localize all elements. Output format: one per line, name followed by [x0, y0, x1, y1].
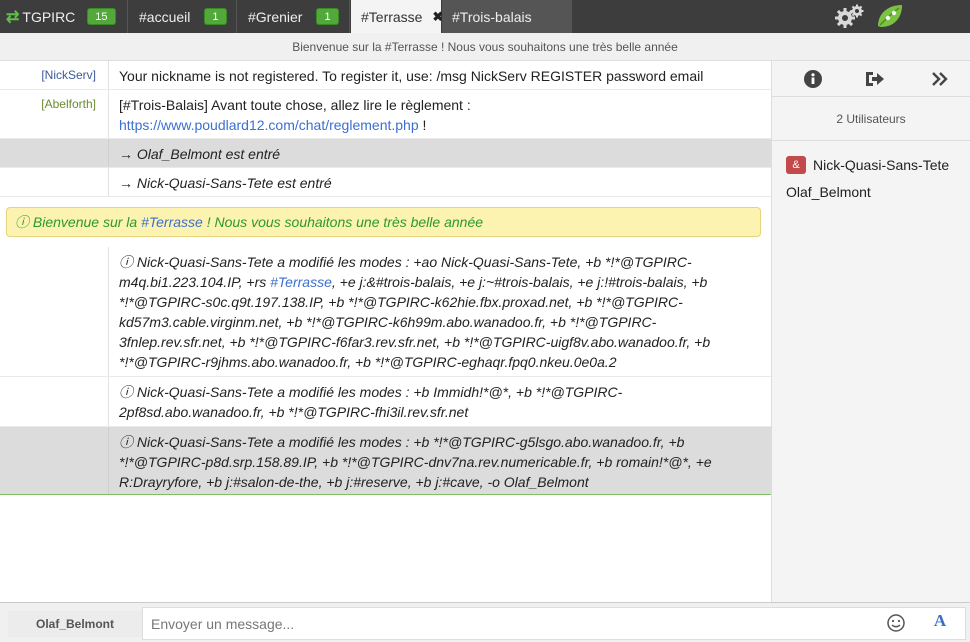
tab-grenier-badge: 1 — [316, 8, 339, 25]
join-notice: → Olaf_Belmont est entré — [119, 146, 281, 162]
sidebar-toolbar — [772, 61, 970, 97]
message-row: ⓘ Nick-Quasi-Sans-Tete a modifié les mod… — [0, 427, 771, 495]
tab-accueil[interactable]: #accueil 1 — [129, 0, 237, 33]
tab-grenier[interactable]: #Grenier 1 — [238, 0, 350, 33]
user-name: Nick-Quasi-Sans-Tete — [813, 156, 950, 173]
tab-trois-balais-label: #Trois-balais — [452, 8, 532, 25]
info-icon[interactable] — [802, 69, 824, 89]
user-name: Olaf_Belmont — [786, 183, 871, 200]
tab-server[interactable]: ⇄ TGPIRC 15 — [0, 0, 128, 33]
message-row: [Abelforth] [#Trois-Balais] Avant toute … — [0, 90, 771, 139]
input-bar: Olaf_Belmont A — [0, 602, 970, 642]
mode-notice: ⓘ Nick-Quasi-Sans-Tete a modifié les mod… — [119, 384, 623, 420]
message-list: [NickServ] Your nickname is not register… — [0, 61, 771, 602]
user-sidebar: 2 Utilisateurs & Nick-Quasi-Sans-Tete Ol… — [771, 61, 970, 602]
tab-grenier-label: #Grenier — [248, 8, 303, 25]
message-nick[interactable]: [Abelforth] — [0, 90, 109, 138]
user-list: & Nick-Quasi-Sans-Tete Olaf_Belmont — [772, 141, 970, 205]
tab-server-label: TGPIRC — [22, 8, 76, 25]
tab-bar: ⇄ TGPIRC 15 #accueil 1 #Grenier 1 #Terra… — [0, 0, 970, 33]
mode-notice: ⓘ Nick-Quasi-Sans-Tete a modifié les mod… — [119, 434, 712, 490]
message-text-tail: ! — [418, 117, 427, 133]
message-row: → Olaf_Belmont est entré — [0, 139, 771, 168]
message-text: [#Trois-Balais] Avant toute chose, allez… — [119, 97, 471, 113]
user-count: 2 Utilisateurs — [772, 97, 970, 141]
channel-link[interactable]: #Terrasse — [270, 274, 332, 290]
font-format-icon[interactable]: A — [930, 611, 950, 635]
op-badge: & — [786, 155, 806, 174]
swap-arrows-icon: ⇄ — [6, 8, 20, 26]
tab-terrasse-label: #Terrasse — [361, 8, 423, 25]
smiley-icon[interactable] — [886, 613, 906, 633]
message-row: → Nick-Quasi-Sans-Tete est entré — [0, 168, 771, 197]
message-row: ⓘ Nick-Quasi-Sans-Tete a modifié les mod… — [0, 377, 771, 427]
join-notice: → Nick-Quasi-Sans-Tete est entré — [119, 175, 332, 191]
rules-link[interactable]: https://www.poudlard12.com/chat/reglemen… — [119, 117, 419, 133]
leaf-icon[interactable] — [875, 2, 905, 30]
message-nick[interactable]: [NickServ] — [0, 61, 109, 89]
mode-notice: ⓘ Nick-Quasi-Sans-Tete a modifié les mod… — [119, 254, 711, 370]
message-input[interactable] — [142, 607, 966, 640]
tab-server-badge: 15 — [87, 8, 116, 25]
message-body: [#Trois-Balais] Avant toute chose, allez… — [109, 90, 771, 138]
double-chevron-right-icon[interactable] — [929, 69, 951, 89]
gear-icon[interactable] — [833, 3, 865, 30]
user-item[interactable]: Olaf_Belmont — [772, 178, 970, 205]
user-item[interactable]: & Nick-Quasi-Sans-Tete — [772, 151, 970, 178]
sign-out-icon[interactable] — [864, 69, 886, 89]
message-row: ⓘ Nick-Quasi-Sans-Tete a modifié les mod… — [0, 247, 771, 377]
tab-trois-balais[interactable]: #Trois-balais — [442, 0, 572, 33]
message-text: Your nickname is not registered. To regi… — [119, 68, 704, 84]
channel-link[interactable]: #Terrasse — [141, 214, 203, 230]
own-nick-button[interactable]: Olaf_Belmont — [8, 611, 142, 637]
channel-topic: Bienvenue sur la #Terrasse ! Nous vous s… — [0, 33, 970, 61]
tab-accueil-label: #accueil — [139, 8, 191, 25]
welcome-notice: ⓘ Bienvenue sur la #Terrasse ! Nous vous… — [6, 207, 761, 237]
tab-terrasse[interactable]: #Terrasse ✖ — [351, 0, 443, 33]
message-row: [NickServ] Your nickname is not register… — [0, 61, 771, 90]
tab-accueil-badge: 1 — [204, 8, 227, 25]
